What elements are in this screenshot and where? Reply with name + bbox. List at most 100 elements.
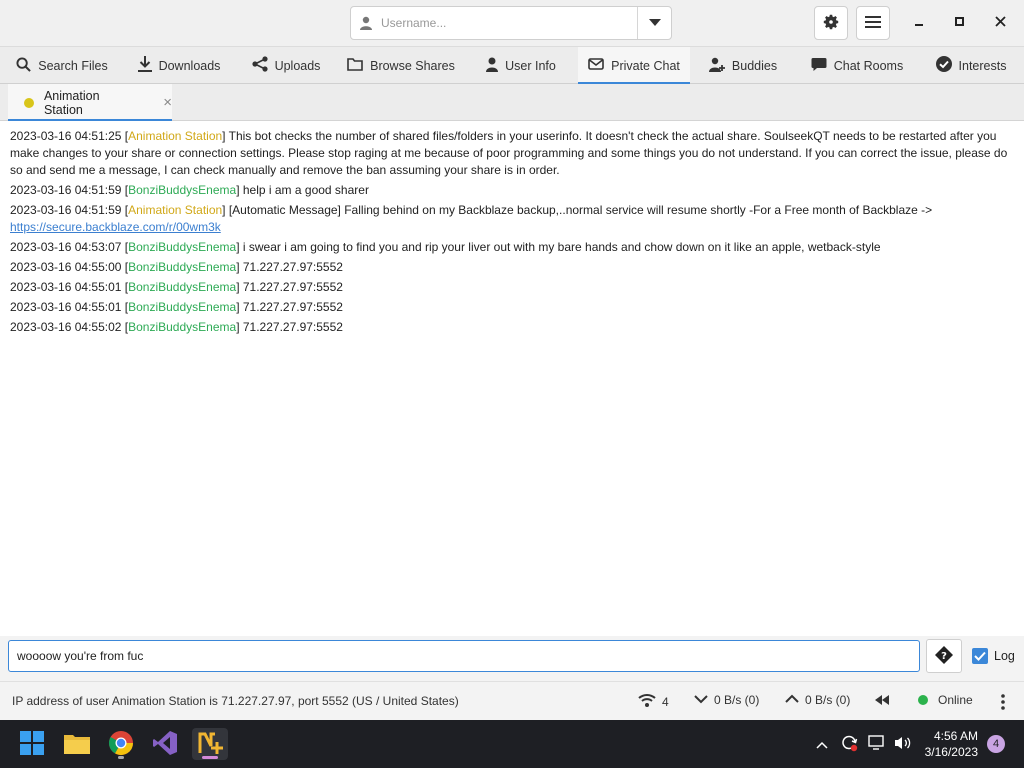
maximize-button[interactable] bbox=[940, 6, 980, 40]
message-username[interactable]: BonziBuddysEnema bbox=[128, 280, 236, 294]
connections-indicator[interactable]: 4 bbox=[638, 693, 669, 710]
main-menu-button[interactable] bbox=[856, 6, 890, 40]
close-tab-icon[interactable]: × bbox=[163, 94, 172, 111]
envelope-icon bbox=[588, 58, 604, 73]
tab-uploads[interactable]: Uploads bbox=[234, 47, 338, 84]
wifi-icon bbox=[638, 693, 656, 710]
chrome-icon bbox=[108, 730, 134, 759]
tab-user-info[interactable]: User Info bbox=[464, 47, 578, 84]
file-explorer-icon bbox=[64, 732, 90, 757]
tab-label: Uploads bbox=[274, 58, 321, 73]
checkbox-checked-icon[interactable] bbox=[972, 648, 988, 664]
chevron-up-icon bbox=[785, 693, 799, 707]
tab-interests[interactable]: Interests bbox=[918, 47, 1024, 84]
gear-icon bbox=[822, 13, 840, 34]
clock-date: 3/16/2023 bbox=[924, 745, 978, 759]
taskbar-clock[interactable]: 4:56 AM 3/16/2023 bbox=[920, 728, 978, 760]
tab-browse-shares[interactable]: Browse Shares bbox=[338, 47, 464, 84]
volume-icon[interactable] bbox=[894, 735, 916, 754]
message-timestamp: 2023-03-16 04:51:59 bbox=[10, 203, 122, 217]
message-timestamp: 2023-03-16 04:51:59 bbox=[10, 183, 122, 197]
chevron-up-icon[interactable] bbox=[816, 738, 836, 752]
chat-message: 2023-03-16 04:51:25 [Animation Station] … bbox=[10, 129, 1008, 177]
tab-label: Chat Rooms bbox=[833, 58, 904, 73]
message-text: 71.227.27.97:5552 bbox=[242, 260, 343, 274]
chat-message: 2023-03-16 04:55:01 [BonziBuddysEnema] 7… bbox=[10, 280, 343, 294]
close-window-button[interactable] bbox=[980, 6, 1020, 40]
message-username[interactable]: BonziBuddysEnema bbox=[128, 260, 236, 274]
network-icon[interactable] bbox=[868, 735, 894, 754]
message-text: [Automatic Message] Falling behind on my… bbox=[228, 203, 933, 217]
chat-tab-bar: Animation Station × bbox=[0, 84, 1024, 122]
share-icon bbox=[251, 56, 268, 75]
search-icon bbox=[16, 56, 32, 75]
windows-start-button[interactable] bbox=[16, 728, 48, 760]
tab-buddies[interactable]: Buddies bbox=[690, 47, 796, 84]
tab-private-chat[interactable]: Private Chat bbox=[578, 47, 690, 85]
file-explorer-taskbar[interactable] bbox=[61, 728, 93, 760]
status-menu-button[interactable] bbox=[1000, 694, 1006, 713]
message-timestamp: 2023-03-16 04:53:07 bbox=[10, 240, 122, 254]
nicotine-plus-icon bbox=[197, 730, 223, 759]
chat-tab-animation-station[interactable]: Animation Station × bbox=[8, 84, 172, 122]
user-icon bbox=[486, 57, 499, 75]
rewind-button[interactable] bbox=[874, 694, 890, 709]
username-combobox[interactable] bbox=[350, 6, 672, 40]
tab-chat-rooms[interactable]: Chat Rooms bbox=[796, 47, 918, 84]
user-plus-icon bbox=[708, 57, 725, 75]
visual-studio-icon bbox=[152, 730, 178, 759]
chat-bubble-icon bbox=[811, 57, 827, 75]
title-bar bbox=[0, 0, 1024, 46]
message-username[interactable]: BonziBuddysEnema bbox=[128, 240, 236, 254]
chat-log[interactable]: 2023-03-16 04:51:25 [Animation Station] … bbox=[0, 121, 1024, 636]
message-timestamp: 2023-03-16 04:55:00 bbox=[10, 260, 122, 274]
status-message: IP address of user Animation Station is … bbox=[12, 694, 459, 708]
message-text: i swear i am going to find you and rip y… bbox=[242, 240, 881, 254]
vertical-dots-icon bbox=[1000, 694, 1006, 713]
message-username[interactable]: BonziBuddysEnema bbox=[128, 300, 236, 314]
check-circle-icon bbox=[935, 56, 952, 75]
download-rate-indicator[interactable]: 0 B/s (0) bbox=[694, 693, 759, 707]
message-text: 71.227.27.97:5552 bbox=[242, 320, 343, 334]
notification-badge[interactable]: 4 bbox=[987, 735, 1005, 753]
online-status[interactable]: Online bbox=[918, 693, 973, 707]
chat-message: 2023-03-16 04:51:59 [Animation Station] … bbox=[10, 203, 933, 234]
minimize-button[interactable] bbox=[900, 6, 940, 40]
folder-icon bbox=[347, 57, 363, 74]
chat-message: 2023-03-16 04:53:07 [BonziBuddysEnema] i… bbox=[10, 240, 881, 254]
online-label: Online bbox=[938, 693, 973, 707]
hamburger-menu-icon bbox=[865, 15, 881, 32]
message-username[interactable]: BonziBuddysEnema bbox=[128, 183, 236, 197]
download-rate: 0 B/s (0) bbox=[714, 693, 760, 707]
upload-rate-indicator[interactable]: 0 B/s (0) bbox=[785, 693, 850, 707]
chat-message-input[interactable] bbox=[8, 640, 920, 672]
log-checkbox[interactable]: Log bbox=[972, 648, 1015, 664]
chevron-down-icon[interactable] bbox=[637, 7, 671, 39]
visual-studio-taskbar[interactable] bbox=[149, 728, 181, 760]
clock-time: 4:56 AM bbox=[933, 729, 978, 743]
tab-search-files[interactable]: Search Files bbox=[0, 47, 124, 84]
message-timestamp: 2023-03-16 04:55:01 bbox=[10, 280, 122, 294]
message-username[interactable]: Animation Station bbox=[128, 129, 222, 143]
chrome-taskbar[interactable] bbox=[105, 728, 137, 760]
chat-help-button[interactable]: ? bbox=[926, 639, 962, 673]
windows-start-icon bbox=[20, 730, 44, 758]
message-username[interactable]: BonziBuddysEnema bbox=[128, 320, 236, 334]
running-indicator bbox=[118, 756, 124, 759]
username-input[interactable] bbox=[381, 7, 637, 39]
main-tab-bar: Search Files Downloads Uploads Browse Sh… bbox=[0, 46, 1024, 85]
message-text: 71.227.27.97:5552 bbox=[242, 280, 343, 294]
settings-button[interactable] bbox=[814, 6, 848, 40]
user-icon bbox=[351, 7, 381, 39]
message-username[interactable]: Animation Station bbox=[128, 203, 222, 217]
chat-message: 2023-03-16 04:55:02 [BonziBuddysEnema] 7… bbox=[10, 320, 343, 334]
status-bar: IP address of user Animation Station is … bbox=[0, 681, 1024, 720]
nicotine-plus-taskbar[interactable] bbox=[192, 728, 228, 760]
message-timestamp: 2023-03-16 04:55:02 bbox=[10, 320, 122, 334]
message-link[interactable]: https://secure.backblaze.com/r/00wm3k bbox=[10, 220, 221, 234]
sync-alert-icon[interactable] bbox=[840, 734, 868, 755]
tab-label: Downloads bbox=[158, 58, 221, 73]
tab-downloads[interactable]: Downloads bbox=[124, 47, 234, 84]
message-text: help i am a good sharer bbox=[242, 183, 369, 197]
log-label: Log bbox=[994, 649, 1015, 663]
